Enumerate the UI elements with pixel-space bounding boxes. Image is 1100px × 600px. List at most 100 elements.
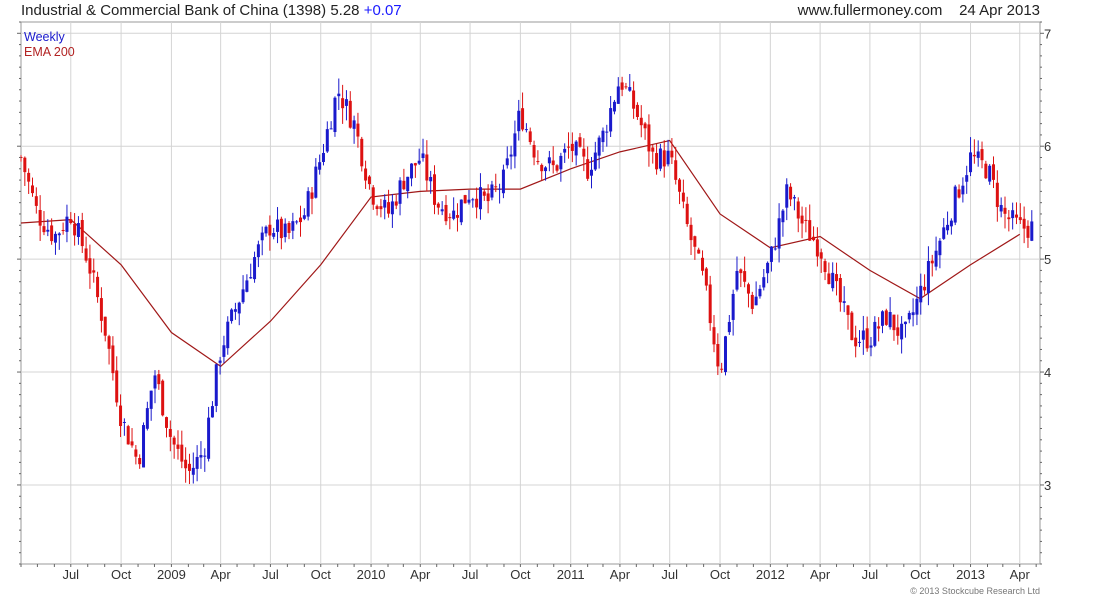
candle-body bbox=[628, 87, 632, 91]
candle-body bbox=[888, 312, 892, 328]
candle-body bbox=[915, 298, 919, 315]
candle-body bbox=[766, 262, 770, 274]
x-tick-label: Oct bbox=[510, 567, 531, 582]
candle-body bbox=[53, 233, 57, 243]
candle-body bbox=[299, 217, 303, 223]
candle-body bbox=[739, 269, 743, 274]
candle-body bbox=[226, 321, 230, 349]
candle-body bbox=[295, 221, 299, 223]
candle-body bbox=[498, 188, 502, 190]
candle-body bbox=[980, 149, 984, 161]
candle-body bbox=[490, 184, 494, 198]
candle-body bbox=[723, 336, 727, 373]
candle-body bbox=[96, 276, 100, 298]
candle-body bbox=[712, 327, 716, 345]
candle-body bbox=[992, 164, 996, 180]
x-tick-label: Oct bbox=[710, 567, 731, 582]
candle-body bbox=[517, 110, 521, 132]
candle-body bbox=[854, 337, 858, 347]
candle-body bbox=[743, 271, 747, 282]
candle-body bbox=[532, 145, 536, 158]
x-tick-label: Oct bbox=[111, 567, 132, 582]
candle-body bbox=[907, 312, 911, 320]
candle-body bbox=[831, 272, 835, 289]
candle-body bbox=[410, 163, 414, 179]
candle-body bbox=[187, 463, 191, 471]
x-tick-label: 2012 bbox=[756, 567, 785, 582]
candle-body bbox=[769, 246, 773, 262]
candle-body bbox=[877, 326, 881, 329]
candle-body bbox=[781, 210, 785, 223]
candle-body bbox=[789, 186, 793, 200]
candle-body bbox=[946, 224, 950, 231]
candle-body bbox=[207, 417, 211, 459]
candle-body bbox=[846, 305, 850, 315]
candle-body bbox=[352, 120, 356, 129]
candle-body bbox=[142, 425, 146, 468]
x-tick-label: 2010 bbox=[357, 567, 386, 582]
candle-body bbox=[88, 258, 92, 274]
candle-body bbox=[509, 154, 513, 157]
y-tick-label: 5 bbox=[1044, 252, 1051, 267]
candle-body bbox=[957, 189, 961, 198]
candle-body bbox=[61, 229, 65, 231]
candle-body bbox=[107, 336, 111, 349]
candle-body bbox=[850, 312, 854, 341]
candle-body bbox=[616, 86, 620, 104]
candle-body bbox=[34, 196, 38, 206]
candle-body bbox=[643, 123, 647, 129]
x-tick-label: Oct bbox=[910, 567, 931, 582]
candle-body bbox=[268, 224, 272, 236]
candle-body bbox=[838, 277, 842, 303]
candle-body bbox=[589, 169, 593, 176]
candle-body bbox=[80, 219, 84, 247]
candle-body bbox=[632, 90, 636, 109]
candle-body bbox=[938, 240, 942, 256]
legend-weekly: Weekly bbox=[24, 30, 65, 44]
candle-body bbox=[570, 143, 574, 151]
candle-body bbox=[168, 429, 172, 437]
x-tick-label: 2013 bbox=[956, 567, 985, 582]
candle-body bbox=[425, 154, 429, 181]
candle-body bbox=[540, 164, 544, 172]
candle-body bbox=[612, 101, 616, 112]
x-tick-label: Apr bbox=[410, 567, 431, 582]
candle-body bbox=[475, 198, 479, 208]
candle-body bbox=[965, 175, 969, 182]
candle-body bbox=[547, 157, 551, 164]
candle-body bbox=[459, 199, 463, 223]
candle-body bbox=[237, 302, 241, 314]
candle-body bbox=[360, 138, 364, 167]
candle-body bbox=[693, 236, 697, 247]
candle-body bbox=[50, 225, 54, 242]
candle-body bbox=[115, 370, 119, 403]
candle-body bbox=[172, 437, 176, 445]
candle-body bbox=[375, 206, 379, 210]
candle-body bbox=[256, 244, 260, 258]
candle-body bbox=[356, 123, 360, 137]
candle-body bbox=[873, 321, 877, 346]
candle-body bbox=[310, 192, 314, 199]
candle-body bbox=[601, 130, 605, 143]
y-tick-label: 3 bbox=[1044, 478, 1051, 493]
candle-body bbox=[720, 368, 724, 370]
candle-body bbox=[406, 176, 410, 192]
x-tick-label: Jul bbox=[661, 567, 678, 582]
candle-body bbox=[103, 316, 107, 336]
candle-body bbox=[444, 204, 448, 222]
candle-body bbox=[559, 155, 563, 170]
candle-body bbox=[708, 284, 712, 324]
candle-body bbox=[65, 216, 69, 232]
copyright: © 2013 Stockcube Research Ltd bbox=[910, 586, 1040, 596]
candle-body bbox=[892, 314, 896, 331]
candle-body bbox=[218, 360, 222, 363]
candle-body bbox=[513, 133, 517, 157]
candle-body bbox=[501, 169, 505, 194]
candle-body bbox=[792, 197, 796, 199]
candle-body bbox=[99, 298, 103, 321]
candle-body bbox=[1003, 207, 1007, 214]
candle-body bbox=[949, 220, 953, 227]
candle-body bbox=[1018, 217, 1022, 221]
candle-body bbox=[279, 218, 283, 239]
candle-body bbox=[961, 185, 965, 195]
